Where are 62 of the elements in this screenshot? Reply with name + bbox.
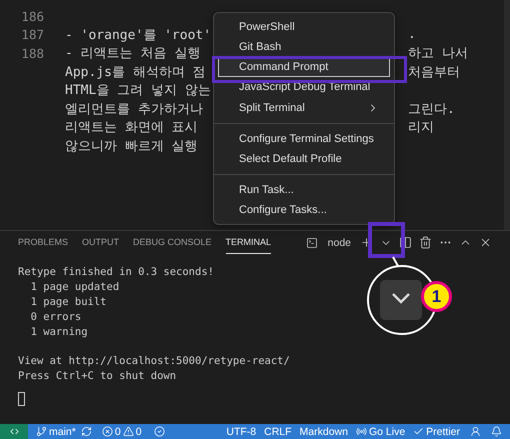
code-text: 리액트는 화면에 표시 — [65, 119, 198, 136]
terminal-line: Press Ctrl+C to shut down — [18, 370, 176, 384]
warning-count: 0 — [136, 426, 142, 438]
prettier-button[interactable]: Prettier — [413, 426, 460, 438]
line-number: 188 — [20, 46, 44, 61]
language-button[interactable]: Markdown — [300, 426, 348, 438]
terminal-profile[interactable]: node — [328, 236, 351, 248]
problems-button[interactable]: 0 0 — [102, 426, 142, 438]
menu-item[interactable]: Command Prompt — [218, 57, 390, 78]
code-text: 하고 나서 — [408, 45, 468, 62]
code-text: - 'orange'를 'root' — [65, 26, 212, 44]
terminal-line: 1 warning — [30, 326, 88, 340]
close-icon[interactable] — [479, 236, 492, 249]
line-ending-button[interactable]: CRLF — [264, 426, 292, 438]
terminal-icon — [306, 236, 318, 248]
panel-tab[interactable]: PROBLEMS — [18, 231, 68, 254]
menu-item[interactable]: Git Bash — [218, 37, 390, 58]
broadcast-icon — [356, 426, 367, 437]
highlight-frame — [368, 222, 405, 258]
terminal-line: View at http://localhost:5000/retype-react/ — [18, 355, 290, 369]
code-text: 리지 — [408, 119, 434, 136]
code-text: 처음부터 — [408, 64, 460, 81]
person-icon[interactable] — [470, 426, 481, 437]
bell-icon[interactable] — [491, 426, 502, 437]
code-text: 않으니까 빠르게 실행 — [65, 138, 198, 155]
menu-item[interactable]: Select Default Profile — [218, 148, 390, 169]
error-icon — [102, 426, 113, 437]
go-live-button[interactable]: Go Live — [356, 426, 406, 438]
check-icon — [413, 426, 424, 437]
error-count: 0 — [114, 426, 121, 438]
terminal-line: 1 page built — [30, 296, 107, 310]
step-badge: 1 — [421, 281, 452, 312]
terminal-line: 1 page updated — [30, 281, 120, 295]
terminal-cursor — [18, 392, 25, 406]
trash-icon[interactable] — [419, 236, 432, 249]
code-text: HTML을 그려 넣지 않는 — [65, 82, 211, 100]
code-text: 그린다. — [408, 100, 455, 118]
chevrons-icon — [8, 426, 20, 437]
sync-icon[interactable] — [80, 426, 92, 437]
code-text: App.js를 해석하며 점 — [65, 64, 206, 81]
terminal-line: 0 errors — [30, 311, 82, 325]
menu-item[interactable]: Run Task... — [218, 180, 390, 200]
branch-button[interactable]: main* — [36, 426, 76, 438]
line-number: 187 — [20, 27, 44, 42]
code-text: - 리액트는 처음 실행 — [65, 45, 200, 62]
menu-item[interactable]: PowerShell — [218, 17, 390, 38]
panel-tab[interactable]: DEBUG CONSOLE — [133, 231, 212, 254]
remote-button[interactable] — [0, 424, 28, 439]
code-text: 엘리먼트를 추가하거나 — [65, 100, 203, 118]
terminal-line: Retype finished in 0.3 seconds! — [18, 266, 214, 280]
split-icon[interactable] — [399, 236, 412, 249]
menu-item[interactable]: Configure Tasks... — [218, 200, 390, 220]
encoding-button[interactable]: UTF-8 — [226, 426, 256, 438]
panel-tab[interactable]: OUTPUT — [82, 231, 120, 254]
check-circle-icon[interactable] — [154, 426, 165, 437]
line-number: 186 — [20, 8, 44, 24]
branch-icon — [36, 426, 47, 437]
menu-item[interactable]: Split Terminal — [218, 98, 390, 118]
warning-icon — [122, 426, 134, 437]
panel-tab[interactable]: TERMINAL — [226, 231, 272, 254]
menu-item[interactable]: Configure Terminal Settings — [218, 128, 390, 149]
code-text: . — [408, 27, 416, 42]
